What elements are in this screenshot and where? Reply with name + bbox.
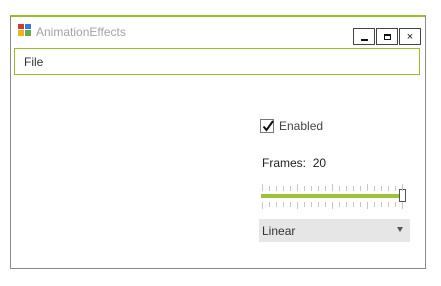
slider-tick <box>374 202 375 207</box>
menu-item-file[interactable]: File <box>24 55 43 69</box>
slider-tick <box>269 186 270 191</box>
slider-tick <box>367 202 368 209</box>
slider-tick <box>353 186 354 191</box>
slider-tick <box>318 202 319 207</box>
frames-slider[interactable] <box>259 179 411 213</box>
slider-tick <box>311 202 312 207</box>
slider-tick <box>388 186 389 191</box>
title-bar[interactable]: AnimationEffects × <box>11 17 425 47</box>
frames-value: 20 <box>312 156 327 170</box>
slider-tick <box>283 202 284 207</box>
slider-tick <box>395 202 396 207</box>
slider-tick <box>381 186 382 191</box>
checkmark-icon <box>262 120 274 132</box>
minimize-button[interactable] <box>353 28 375 45</box>
minimize-icon <box>360 38 368 41</box>
frames-label: Frames: 20 <box>262 156 326 170</box>
slider-tick <box>360 202 361 207</box>
slider-tick <box>276 202 277 207</box>
slider-tick <box>374 186 375 191</box>
slider-tick <box>353 202 354 207</box>
slider-tick <box>367 184 368 191</box>
close-icon: × <box>406 30 414 43</box>
maximize-button[interactable] <box>376 28 398 45</box>
slider-tick <box>395 186 396 191</box>
slider-tick <box>402 184 403 191</box>
slider-tick <box>339 186 340 191</box>
enabled-label: Enabled <box>279 119 324 133</box>
slider-tick <box>311 186 312 191</box>
slider-tick <box>304 186 305 191</box>
slider-track[interactable] <box>261 194 403 198</box>
menu-bar: File <box>14 48 420 75</box>
easing-selected-value: Linear <box>262 224 296 238</box>
app-icon <box>18 24 31 36</box>
maximize-icon <box>383 33 391 40</box>
slider-tick <box>262 202 263 209</box>
slider-tick <box>325 202 326 207</box>
slider-tick <box>381 202 382 207</box>
slider-tick <box>332 184 333 191</box>
slider-tick <box>332 202 333 209</box>
window-title: AnimationEffects <box>36 25 126 39</box>
slider-tick <box>304 202 305 207</box>
close-button[interactable]: × <box>399 28 421 45</box>
slider-tick <box>388 202 389 207</box>
slider-tick <box>318 186 319 191</box>
app-window: AnimationEffects × File Enabled Frames: … <box>10 15 426 269</box>
slider-tick <box>297 202 298 209</box>
slider-tick <box>269 202 270 207</box>
slider-tick <box>297 184 298 191</box>
easing-dropdown[interactable]: Linear <box>259 219 410 242</box>
slider-tick <box>283 186 284 191</box>
enabled-checkbox[interactable] <box>260 119 274 133</box>
slider-tick <box>402 202 403 209</box>
dropdown-arrow-icon[interactable] <box>397 227 403 232</box>
enabled-checkbox-row[interactable]: Enabled <box>260 118 323 134</box>
slider-tick <box>276 186 277 191</box>
slider-tick <box>360 186 361 191</box>
slider-tick <box>339 202 340 207</box>
slider-tick <box>346 186 347 191</box>
slider-tick <box>346 202 347 207</box>
slider-tick <box>290 202 291 207</box>
slider-tick <box>290 186 291 191</box>
slider-tick <box>325 186 326 191</box>
slider-tick <box>262 184 263 191</box>
frames-text: Frames: <box>262 156 310 170</box>
